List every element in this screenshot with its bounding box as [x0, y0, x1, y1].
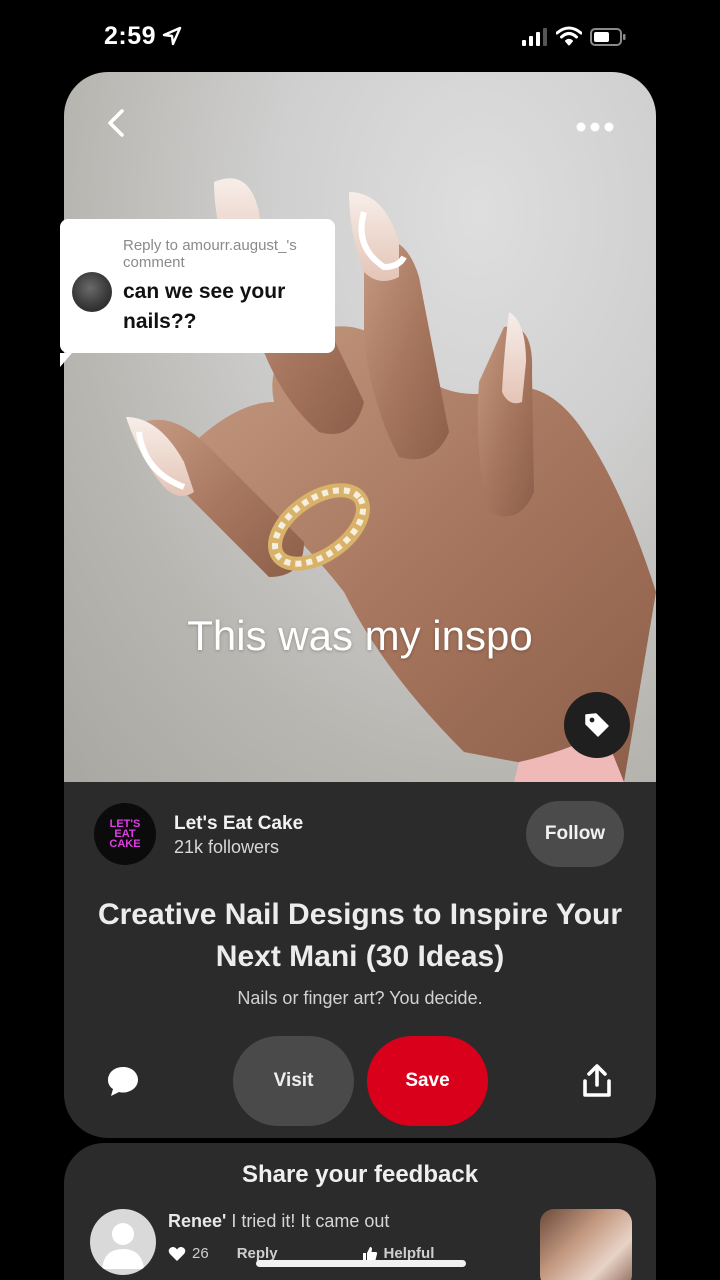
heart-icon	[168, 1246, 186, 1261]
reply-meta: Reply to amourr.august_'s comment	[123, 237, 297, 271]
wifi-icon	[556, 26, 582, 46]
hand-photo	[126, 178, 656, 782]
pin-title: Creative Nail Designs to Inspire Your Ne…	[97, 898, 623, 973]
creator-followers: 21k followers	[174, 837, 280, 857]
more-icon[interactable]	[574, 120, 616, 134]
comment-icon[interactable]	[106, 1064, 140, 1098]
save-button[interactable]: Save	[367, 1036, 488, 1126]
comment-photo-thumbnail[interactable]	[540, 1209, 632, 1280]
creator-name[interactable]: Let's Eat Cake	[174, 813, 303, 835]
comment-body: I tried it! It came out	[226, 1211, 390, 1231]
battery-icon	[590, 28, 626, 46]
commenter-avatar[interactable]	[90, 1209, 156, 1275]
tag-button[interactable]	[564, 692, 630, 758]
home-indicator[interactable]	[256, 1260, 466, 1267]
follow-button[interactable]: Follow	[526, 801, 624, 867]
pin-description: Nails or finger art? You decide.	[237, 988, 483, 1008]
like-control[interactable]: 26	[168, 1245, 209, 1262]
share-icon[interactable]	[582, 1064, 612, 1098]
status-time: 2:59	[104, 22, 157, 50]
comment-text: Renee' I tried it! It came out	[168, 1211, 389, 1232]
overlay-caption: This was my inspo	[187, 612, 533, 659]
cellular-signal-icon	[522, 28, 547, 46]
creator-avatar[interactable]: LET'S EAT CAKE	[94, 803, 156, 865]
creator-avatar-logo: LET'S EAT CAKE	[109, 818, 141, 850]
status-bar: 2:59	[0, 0, 720, 72]
feedback-title: Share your feedback	[241, 1161, 479, 1188]
visit-button[interactable]: Visit	[233, 1036, 354, 1126]
reply-avatar	[72, 272, 112, 312]
pin-media[interactable]: This was my inspo	[64, 72, 656, 782]
back-icon[interactable]	[100, 106, 134, 140]
like-count: 26	[192, 1245, 209, 1262]
comment-author[interactable]: Renee'	[168, 1211, 226, 1231]
location-arrow-icon	[162, 26, 182, 46]
default-avatar-icon	[102, 1223, 144, 1269]
reply-comment-bubble[interactable]: Reply to amourr.august_'s comment can we…	[60, 219, 335, 367]
reply-text: can we see your nails??	[123, 280, 286, 333]
tag-icon	[585, 713, 609, 737]
